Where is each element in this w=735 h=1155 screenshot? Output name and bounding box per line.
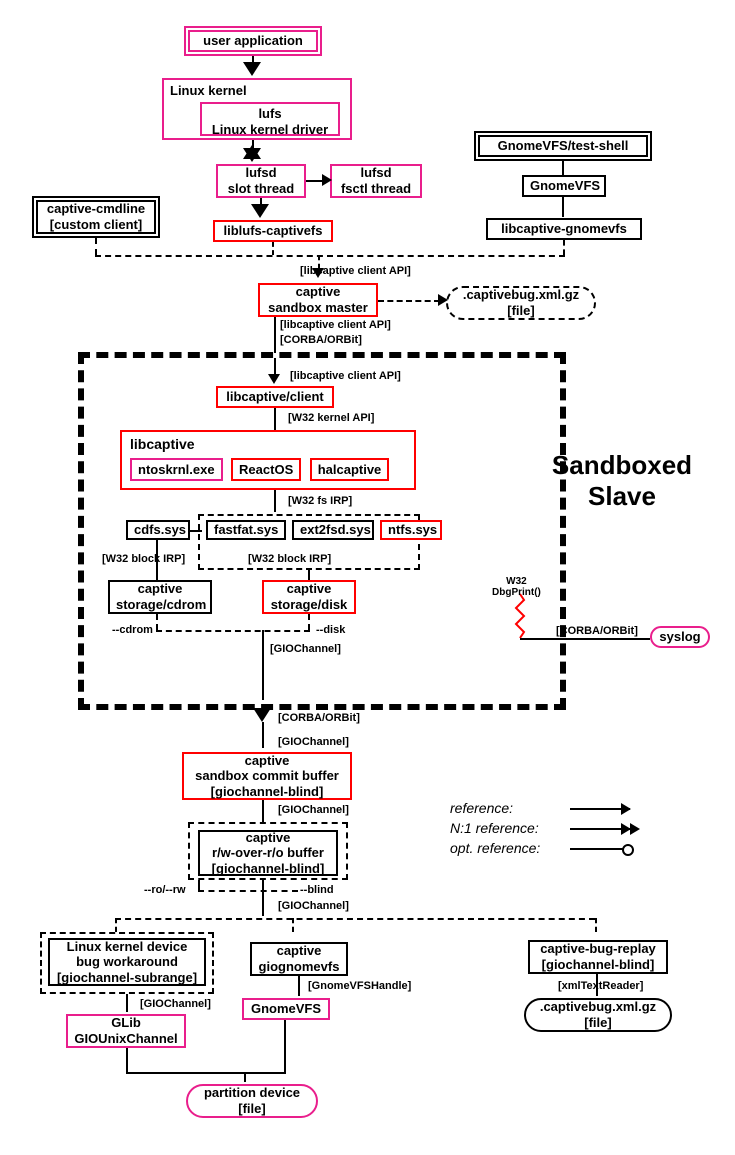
- user-app-box: user application: [188, 30, 318, 52]
- edge-corba-1: [CORBA/ORBit]: [280, 334, 362, 346]
- liblufs-box: liblufs-captivefs: [213, 220, 333, 242]
- sandbox-title-text: Sandboxed Slave: [552, 450, 692, 511]
- rw-buffer-label: captive r/w-over-r/o buffer [giochannel-…: [206, 830, 330, 877]
- edge-client-api-2: [libcaptive client API]: [280, 319, 391, 331]
- reactos-box: ReactOS: [231, 458, 301, 481]
- legend: reference: N:1 reference: opt. reference…: [450, 800, 630, 860]
- edge-blind: --blind: [300, 884, 334, 896]
- giognomevfs-label: captive giognomevfs: [258, 943, 340, 974]
- edge-giochannel-1: [GIOChannel]: [270, 643, 341, 655]
- glib-unix-box: GLib GIOUnixChannel: [66, 1014, 186, 1048]
- glib-unix-label: GLib GIOUnixChannel: [74, 1015, 178, 1046]
- edge-giochannel-4: [GIOChannel]: [278, 900, 349, 912]
- edge-gnomevfshandle: [GnomeVFSHandle]: [308, 980, 411, 992]
- edge-w32-block-2: [W32 block IRP]: [248, 553, 331, 565]
- bug-workaround-box: Linux kernel device bug workaround [gioc…: [48, 938, 206, 986]
- edge-client-api-1: [libcaptive client API]: [300, 265, 411, 277]
- lufs-driver-box: lufs Linux kernel driver: [200, 102, 340, 136]
- edge-w32-kernel: [W32 kernel API]: [288, 412, 374, 424]
- storage-disk-label: captive storage/disk: [270, 581, 348, 612]
- edge-giochannel-2: [GIOChannel]: [278, 736, 349, 748]
- gnomevfs-box: GnomeVFS: [522, 175, 606, 197]
- storage-cdrom-box: captive storage/cdrom: [108, 580, 212, 614]
- ntoskrnl-box: ntoskrnl.exe: [130, 458, 223, 481]
- libcaptive-client-box: libcaptive/client: [216, 386, 334, 408]
- giognomevfs-box: captive giognomevfs: [250, 942, 348, 976]
- halcaptive-box: halcaptive: [310, 458, 390, 481]
- legend-ref-label: reference:: [450, 800, 570, 816]
- sandbox-title: Sandboxed Slave: [542, 450, 702, 512]
- partition-box: partition device [file]: [186, 1084, 318, 1118]
- bug-workaround-label: Linux kernel device bug workaround [gioc…: [56, 939, 198, 986]
- commit-buffer-label: captive sandbox commit buffer [giochanne…: [190, 753, 344, 800]
- edge-disk-opt: --disk: [316, 624, 345, 636]
- edge-dbgprint: W32 DbgPrint(): [492, 576, 541, 598]
- commit-buffer-box: captive sandbox commit buffer [giochanne…: [182, 752, 352, 800]
- ntfs-box: ntfs.sys: [380, 520, 442, 540]
- edge-w32-fs-irp: [W32 fs IRP]: [288, 495, 352, 507]
- edge-cdrom-opt: --cdrom: [112, 624, 153, 636]
- edge-ro-rw: --ro/--rw: [144, 884, 186, 896]
- captivebug-file2-box: .captivebug.xml.gz [file]: [524, 998, 672, 1032]
- legend-opt-label: opt. reference:: [450, 840, 570, 856]
- libcaptive-gnomevfs-box: libcaptive-gnomevfs: [486, 218, 642, 240]
- bug-replay-label: captive-bug-replay [giochannel-blind]: [536, 941, 660, 972]
- captive-cmdline-label: captive-cmdline [custom client]: [44, 201, 148, 232]
- linux-kernel-label: Linux kernel: [170, 83, 247, 98]
- partition-label: partition device [file]: [194, 1085, 310, 1116]
- sandbox-master-label: captive sandbox master: [266, 284, 370, 315]
- lufsd-slot-label: lufsd slot thread: [224, 165, 298, 196]
- lufs-driver-label: lufs Linux kernel driver: [212, 106, 328, 137]
- lufsd-fsctl-box: lufsd fsctl thread: [330, 164, 422, 198]
- edge-client-api-3: [libcaptive client API]: [290, 370, 401, 382]
- bug-replay-box: captive-bug-replay [giochannel-blind]: [528, 940, 668, 974]
- edge-corba-3: [CORBA/ORBit]: [556, 625, 638, 637]
- storage-cdrom-label: captive storage/cdrom: [116, 581, 204, 612]
- rw-buffer-box: captive r/w-over-r/o buffer [giochannel-…: [198, 830, 338, 876]
- legend-n1-label: N:1 reference:: [450, 820, 570, 836]
- edge-w32-block-1: [W32 block IRP]: [102, 553, 185, 565]
- gnomevfs2-box: GnomeVFS: [242, 998, 330, 1020]
- gnomevfs-shell-box: GnomeVFS/test-shell: [478, 135, 648, 157]
- captivebug-file2-label: .captivebug.xml.gz [file]: [532, 999, 664, 1030]
- captivebug-file-box: .captivebug.xml.gz [file]: [446, 286, 596, 320]
- libcaptive-label: libcaptive: [130, 436, 406, 452]
- lufsd-fsctl-label: lufsd fsctl thread: [338, 165, 414, 196]
- sandbox-master-box: captive sandbox master: [258, 283, 378, 317]
- ext2fsd-box: ext2fsd.sys: [292, 520, 374, 540]
- captivebug-file-label: .captivebug.xml.gz [file]: [454, 287, 588, 318]
- cdfs-box: cdfs.sys: [126, 520, 190, 540]
- syslog-box: syslog: [650, 626, 710, 648]
- linux-kernel-box: Linux kernel lufs Linux kernel driver: [162, 78, 352, 140]
- edge-xmltextreader: [xmlTextReader]: [558, 980, 643, 992]
- edge-giochannel-3: [GIOChannel]: [278, 804, 349, 816]
- edge-corba-2: [CORBA/ORBit]: [278, 712, 360, 724]
- edge-giochannel-5: [GIOChannel]: [140, 998, 211, 1010]
- storage-disk-box: captive storage/disk: [262, 580, 356, 614]
- fastfat-box: fastfat.sys: [206, 520, 286, 540]
- captive-cmdline-box: captive-cmdline [custom client]: [36, 200, 156, 234]
- lufsd-slot-box: lufsd slot thread: [216, 164, 306, 198]
- libcaptive-box: libcaptive ntoskrnl.exe ReactOS halcapti…: [120, 430, 416, 490]
